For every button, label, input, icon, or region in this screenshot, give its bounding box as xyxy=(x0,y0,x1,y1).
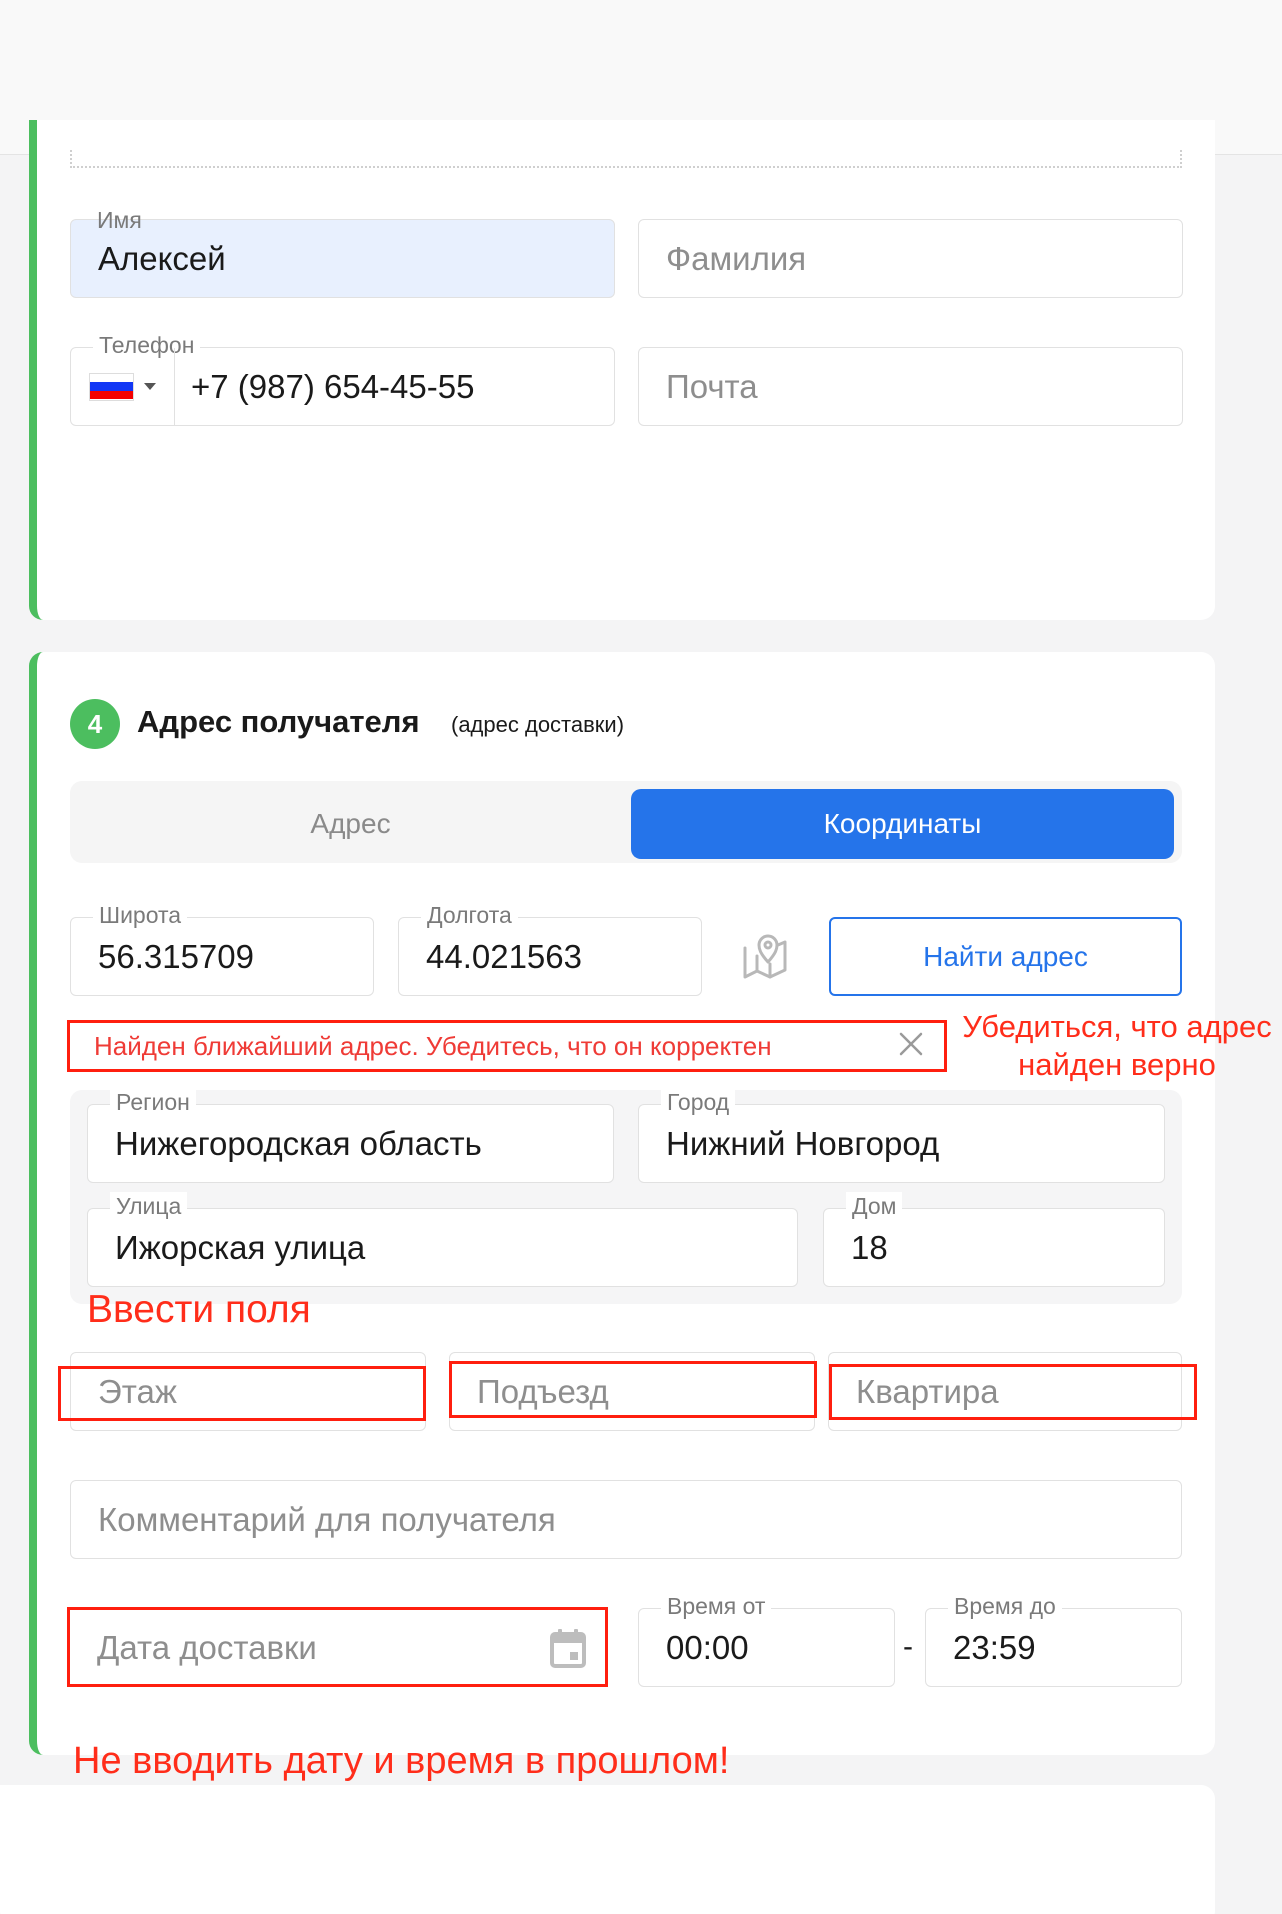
street-value: Ижорская улица xyxy=(115,1228,366,1266)
longitude-value: 44.021563 xyxy=(426,937,582,975)
annotation-check-address: Убедиться, что адрес найден верно xyxy=(962,1009,1272,1082)
comment-field[interactable]: Комментарий для получателя xyxy=(70,1480,1182,1559)
comment-placeholder: Комментарий для получателя xyxy=(98,1500,556,1538)
latitude-field[interactable]: Широта 56.315709 xyxy=(70,901,374,996)
apartment-highlight xyxy=(829,1364,1197,1420)
map-pin-icon[interactable] xyxy=(740,932,790,982)
email-placeholder: Почта xyxy=(666,367,758,405)
next-card xyxy=(0,1785,1215,1914)
delivery-date-highlight xyxy=(67,1607,608,1687)
address-notice: Найден ближайший адрес. Убедитесь, что о… xyxy=(94,1031,772,1061)
city-field[interactable]: Город Нижний Новгород xyxy=(638,1088,1165,1183)
region-field[interactable]: Регион Нижегородская область xyxy=(87,1088,614,1183)
section-title: Адрес получателя xyxy=(137,704,420,739)
close-icon[interactable] xyxy=(897,1030,925,1058)
annotation-no-past-date: Не вводить дату и время в прошлом! xyxy=(73,1740,730,1782)
annotation-enter-fields: Ввести поля xyxy=(87,1288,311,1331)
tab-address[interactable]: Адрес xyxy=(78,789,623,859)
section-subtitle: (адрес доставки) xyxy=(451,712,625,737)
time-separator: - xyxy=(903,1630,913,1663)
chevron-down-icon xyxy=(144,383,156,390)
russia-flag-icon xyxy=(89,372,134,401)
time-to-field[interactable]: Время до 23:59 xyxy=(925,1592,1182,1687)
last-name-placeholder: Фамилия xyxy=(666,239,807,277)
floor-highlight xyxy=(58,1366,426,1421)
tab-coordinates[interactable]: Координаты xyxy=(631,789,1174,859)
time-from-value: 00:00 xyxy=(666,1628,749,1666)
house-field[interactable]: Дом 18 xyxy=(823,1192,1165,1287)
city-value: Нижний Новгород xyxy=(666,1124,940,1162)
email-field[interactable]: Почта xyxy=(638,347,1183,426)
house-value: 18 xyxy=(851,1228,888,1266)
time-from-field[interactable]: Время от 00:00 xyxy=(638,1592,895,1687)
street-field[interactable]: Улица Ижорская улица xyxy=(87,1192,798,1287)
card-divider xyxy=(70,150,1182,168)
entrance-highlight xyxy=(449,1361,817,1418)
latitude-value: 56.315709 xyxy=(98,937,254,975)
country-selector[interactable] xyxy=(71,348,175,425)
longitude-field[interactable]: Долгота 44.021563 xyxy=(398,901,702,996)
first-name-field[interactable]: Имя Алексей xyxy=(70,207,615,298)
first-name-value: Алексей xyxy=(98,239,226,277)
find-address-button[interactable]: Найти адрес xyxy=(829,917,1182,996)
region-value: Нижегородская область xyxy=(115,1124,482,1162)
phone-field[interactable]: Телефон +7 (987) 654-45-55 xyxy=(70,331,615,426)
time-to-value: 23:59 xyxy=(953,1628,1036,1666)
last-name-field[interactable]: Фамилия xyxy=(638,219,1183,298)
step-number-badge: 4 xyxy=(70,699,120,749)
phone-value: +7 (987) 654-45-55 xyxy=(191,367,475,405)
